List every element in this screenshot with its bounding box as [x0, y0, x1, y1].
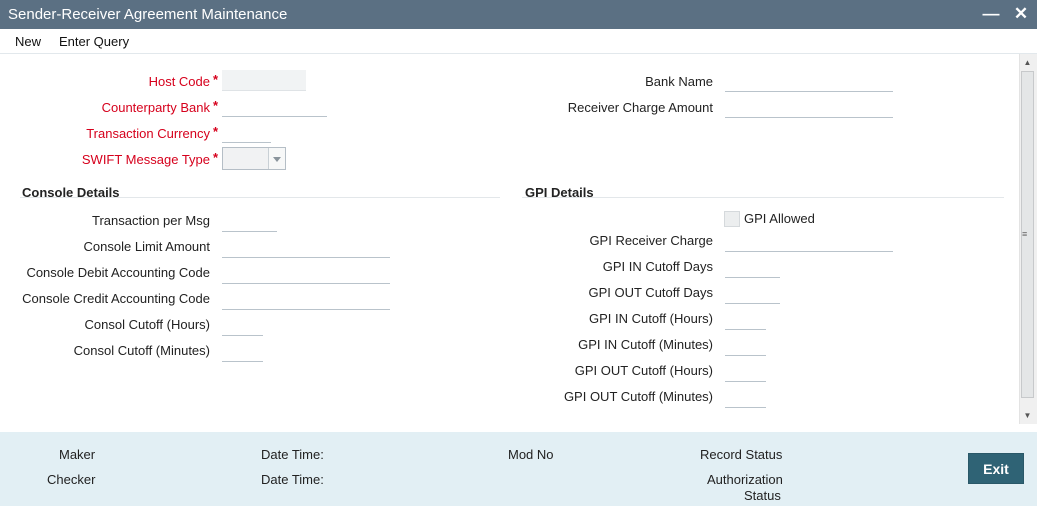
gpi-details-divider [522, 197, 1004, 198]
gpi-allowed-label: GPI Allowed [744, 211, 815, 226]
gpi-in-cutoff-days-label: GPI IN Cutoff Days [602, 259, 713, 274]
window-title: Sender-Receiver Agreement Maintenance [8, 6, 288, 23]
transaction-currency-required-marker: * [213, 124, 219, 139]
counterparty-bank-required-marker: * [213, 98, 219, 113]
consol-cutoff-minutes-label: Consol Cutoff (Minutes) [73, 343, 210, 358]
swift-message-type-label: SWIFT Message Type [81, 152, 210, 167]
console-credit-accounting-code-label: Console Credit Accounting Code [22, 291, 210, 306]
bank-name-field[interactable] [725, 71, 893, 92]
swift-message-type-required-marker: * [213, 150, 219, 165]
gpi-in-cutoff-days-field[interactable] [725, 257, 780, 278]
receiver-charge-amount-field[interactable] [725, 97, 893, 118]
scrollbar-grip-icon: ≡ [1022, 229, 1028, 239]
gpi-receiver-charge-field[interactable] [725, 231, 893, 252]
audit-footer [0, 432, 1037, 506]
receiver-charge-amount-label: Receiver Charge Amount [567, 100, 713, 115]
console-debit-accounting-code-label: Console Debit Accounting Code [26, 265, 210, 280]
host-code-required-marker: * [213, 72, 219, 87]
counterparty-bank-label: Counterparty Bank [101, 100, 210, 115]
menu-bar [0, 29, 1037, 54]
gpi-out-cutoff-minutes-label: GPI OUT Cutoff (Minutes) [563, 389, 713, 404]
consol-cutoff-hours-field[interactable] [222, 315, 263, 336]
gpi-in-cutoff-hours-field[interactable] [725, 309, 766, 330]
console-limit-amount-field[interactable] [222, 237, 390, 258]
gpi-out-cutoff-minutes-field[interactable] [725, 387, 766, 408]
gpi-in-cutoff-hours-label: GPI IN Cutoff (Hours) [588, 311, 713, 326]
enter-query-menu-item[interactable]: Enter Query [59, 34, 129, 49]
authorization-label: Authorization [707, 472, 783, 487]
transaction-per-msg-label: Transaction per Msg [91, 213, 210, 228]
gpi-out-cutoff-days-field[interactable] [725, 283, 780, 304]
console-limit-amount-label: Console Limit Amount [83, 239, 210, 254]
maker-label: Maker [59, 447, 96, 462]
transaction-per-msg-field[interactable] [222, 211, 277, 232]
checker-date-time-label: Date Time: [261, 472, 324, 487]
console-debit-accounting-code-field[interactable] [222, 263, 390, 284]
checker-label: Checker [47, 472, 96, 487]
counterparty-bank-field[interactable] [222, 96, 327, 117]
scroll-up-icon[interactable]: ▲ [1019, 56, 1036, 70]
transaction-currency-field[interactable] [222, 122, 271, 143]
swift-message-type-select[interactable] [222, 147, 286, 170]
chevron-down-icon[interactable] [268, 148, 285, 169]
new-menu-item[interactable]: New [15, 34, 41, 49]
scroll-down-icon[interactable]: ▼ [1019, 409, 1036, 423]
bank-name-label: Bank Name [645, 74, 713, 89]
console-credit-accounting-code-field[interactable] [222, 289, 390, 310]
gpi-out-cutoff-hours-field[interactable] [725, 361, 766, 382]
minimize-icon[interactable]: — [981, 3, 1001, 25]
gpi-receiver-charge-label: GPI Receiver Charge [589, 233, 713, 248]
consol-cutoff-minutes-field[interactable] [222, 341, 263, 362]
console-details-divider [20, 197, 500, 198]
maker-date-time-label: Date Time: [261, 447, 324, 462]
authorization-status-label: Status [744, 488, 781, 503]
gpi-allowed-checkbox[interactable] [724, 211, 740, 227]
record-status-label: Record Status [700, 447, 783, 462]
gpi-out-cutoff-days-label: GPI OUT Cutoff Days [588, 285, 713, 300]
host-code-field[interactable] [222, 70, 306, 91]
gpi-out-cutoff-hours-label: GPI OUT Cutoff (Hours) [574, 363, 713, 378]
transaction-currency-label: Transaction Currency [86, 126, 210, 141]
gpi-in-cutoff-minutes-label: GPI IN Cutoff (Minutes) [578, 337, 713, 352]
close-icon[interactable]: ✕ [1011, 3, 1031, 25]
mod-no-label: Mod No [508, 447, 554, 462]
gpi-in-cutoff-minutes-field[interactable] [725, 335, 766, 356]
host-code-label: Host Code [148, 74, 210, 89]
consol-cutoff-hours-label: Consol Cutoff (Hours) [84, 317, 210, 332]
exit-button[interactable]: Exit [968, 453, 1024, 484]
